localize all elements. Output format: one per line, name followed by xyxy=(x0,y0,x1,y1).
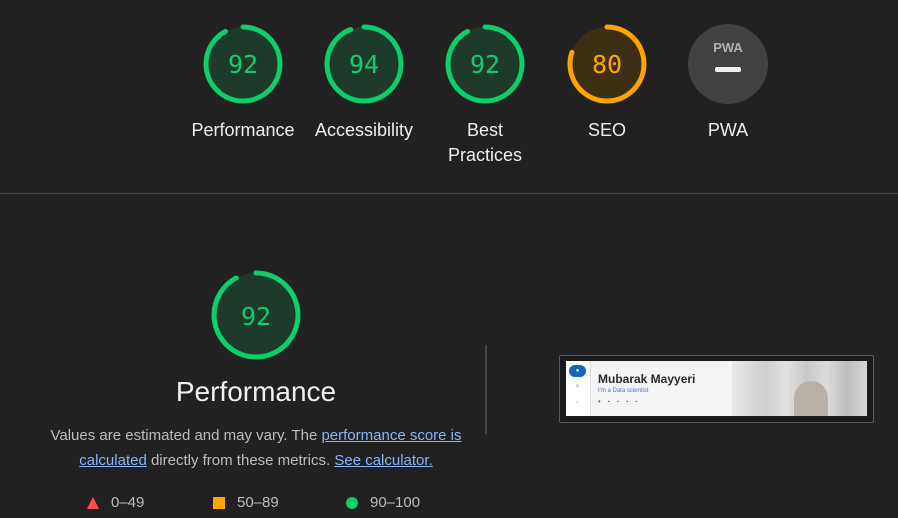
accessibility-label: Accessibility xyxy=(314,120,414,140)
mini-sidebar: ● × ▫ xyxy=(566,361,591,416)
site-owner-name: Mubarak Mayyeri xyxy=(598,372,696,386)
gauge-accessibility[interactable]: 94 Accessibility xyxy=(304,24,424,143)
see-calculator-link[interactable]: See calculator. xyxy=(334,452,432,469)
performance-score: 92 xyxy=(228,50,258,79)
desc-prefix: Values are estimated and may vary. The xyxy=(50,427,322,444)
performance-title: Performance xyxy=(175,376,337,407)
legend-fail-range: 0–49 xyxy=(111,494,145,511)
profile-photo xyxy=(732,361,867,416)
performance-main-gauge: 92 xyxy=(196,270,316,365)
category-gauges: 92 Performance 94 Accessibility 92 Best … xyxy=(0,0,898,193)
red-triangle-icon xyxy=(87,496,99,509)
gauge-seo[interactable]: 80 SEO xyxy=(547,24,667,143)
performance-description: Values are estimated and may vary. The p… xyxy=(50,423,462,473)
gauge-best-practices[interactable]: 92 Best Practices xyxy=(425,24,545,168)
doc-icon: ▫ xyxy=(576,400,579,406)
legend-average: 50–89 xyxy=(213,494,279,511)
performance-score-ring: 92 xyxy=(203,24,283,104)
legend-pass-range: 90–100 xyxy=(370,494,421,511)
social-icons: ▾ ▪ ▪ ▪ ▪ xyxy=(598,399,641,405)
legend-fail: 0–49 xyxy=(87,494,144,511)
gauge-pwa[interactable]: PWA PWA xyxy=(668,24,788,143)
seo-label: SEO xyxy=(587,120,626,140)
section-divider xyxy=(0,193,898,194)
legend-pass: 90–100 xyxy=(346,494,420,511)
best-practices-label: Best Practices xyxy=(447,120,523,165)
best-practices-score: 92 xyxy=(470,50,500,79)
home-icon: ● xyxy=(569,365,586,377)
pwa-badge-icon: PWA xyxy=(688,24,768,104)
gauge-performance[interactable]: 92 Performance xyxy=(183,24,303,143)
pwa-badge-text: PWA xyxy=(713,40,743,55)
screenshot-content: ● × ▫ Mubarak Mayyeri I'm a Data scienti… xyxy=(566,361,867,416)
orange-square-icon xyxy=(213,496,225,509)
profile-face xyxy=(794,381,828,416)
green-circle-icon xyxy=(346,496,358,509)
vertical-separator xyxy=(485,345,487,434)
accessibility-score: 94 xyxy=(349,50,379,79)
seo-score-ring: 80 xyxy=(567,24,647,104)
pwa-label: PWA xyxy=(707,120,749,140)
seo-score: 80 xyxy=(592,50,622,79)
score-legend: 0–49 50–89 90–100 xyxy=(0,494,520,514)
best-practices-score-ring: 92 xyxy=(445,24,525,104)
legend-average-range: 50–89 xyxy=(237,494,279,511)
accessibility-score-ring: 94 xyxy=(324,24,404,104)
performance-label: Performance xyxy=(191,120,295,140)
user-icon: × xyxy=(575,384,580,390)
performance-main-score: 92 xyxy=(241,302,271,331)
desc-middle: directly from these metrics. xyxy=(146,452,335,469)
site-owner-subtitle: I'm a Data scientist xyxy=(598,388,649,394)
performance-main-ring: 92 xyxy=(211,270,301,360)
final-screenshot-thumbnail[interactable]: ● × ▫ Mubarak Mayyeri I'm a Data scienti… xyxy=(559,355,874,423)
